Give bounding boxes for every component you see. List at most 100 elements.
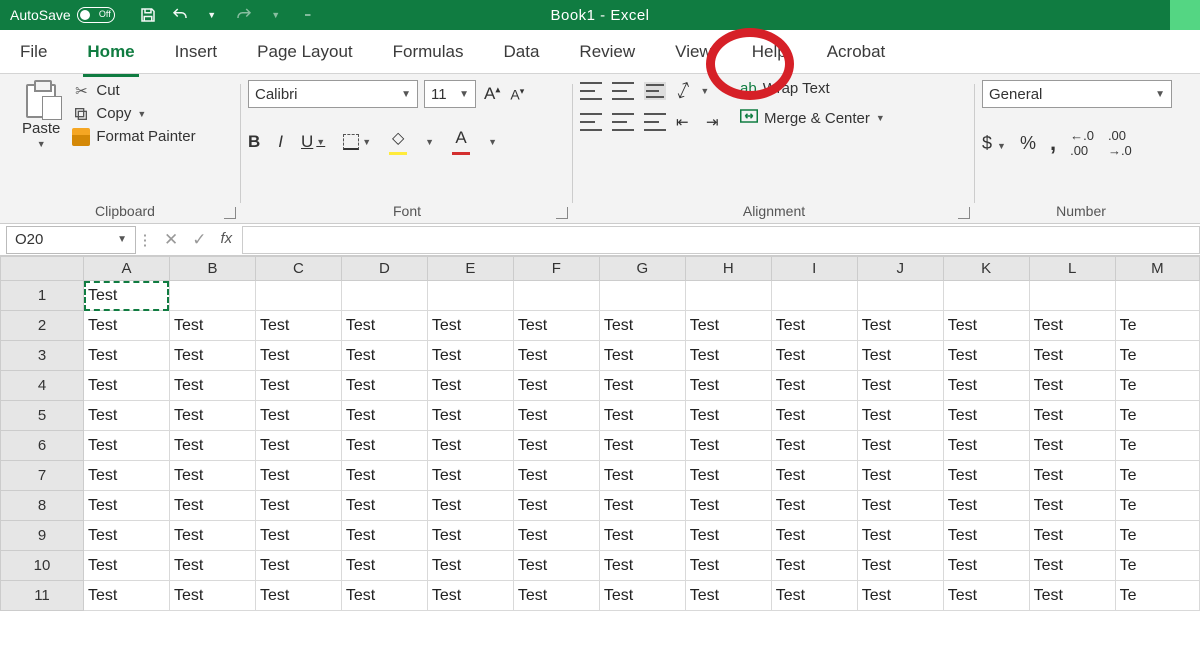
column-header[interactable]: G: [599, 257, 685, 281]
cell[interactable]: Test: [169, 431, 255, 461]
cell[interactable]: Test: [255, 371, 341, 401]
cell[interactable]: Test: [771, 341, 857, 371]
row-header[interactable]: 6: [1, 431, 84, 461]
autosave-switch-icon[interactable]: Off: [77, 7, 115, 23]
cell[interactable]: Test: [857, 521, 943, 551]
cell[interactable]: Test: [341, 371, 427, 401]
merge-center-button[interactable]: Merge & Center ▼: [740, 109, 885, 127]
cell[interactable]: Test: [943, 461, 1029, 491]
copy-button[interactable]: Copy ▼: [72, 105, 195, 122]
cell[interactable]: Test: [599, 431, 685, 461]
cell[interactable]: Test: [943, 581, 1029, 611]
cell[interactable]: Test: [84, 521, 170, 551]
tab-page-layout[interactable]: Page Layout: [255, 36, 354, 68]
row-header[interactable]: 3: [1, 341, 84, 371]
cancel-icon[interactable]: ✕: [164, 230, 178, 250]
underline-button[interactable]: U▼: [301, 132, 325, 152]
column-header[interactable]: L: [1029, 257, 1115, 281]
cell[interactable]: Test: [255, 311, 341, 341]
cell[interactable]: [169, 281, 255, 311]
cell[interactable]: Test: [513, 401, 599, 431]
chevron-down-icon[interactable]: ▼: [137, 109, 146, 119]
column-header[interactable]: F: [513, 257, 599, 281]
customize-qat-icon[interactable]: ⎯: [299, 6, 317, 24]
row-header[interactable]: 7: [1, 461, 84, 491]
cell[interactable]: Test: [169, 521, 255, 551]
cell[interactable]: Test: [943, 431, 1029, 461]
tab-acrobat[interactable]: Acrobat: [825, 36, 888, 68]
cell[interactable]: [341, 281, 427, 311]
cell[interactable]: Test: [771, 311, 857, 341]
cell[interactable]: Test: [84, 491, 170, 521]
cell[interactable]: Test: [1029, 581, 1115, 611]
undo-icon[interactable]: [171, 6, 189, 24]
cell[interactable]: Test: [169, 461, 255, 491]
tab-view[interactable]: View: [673, 36, 714, 68]
cell[interactable]: Test: [84, 401, 170, 431]
cell[interactable]: Test: [169, 371, 255, 401]
cell[interactable]: Test: [513, 551, 599, 581]
row-header[interactable]: 4: [1, 371, 84, 401]
cell[interactable]: Test: [84, 551, 170, 581]
percent-button[interactable]: %: [1020, 133, 1036, 154]
align-right-button[interactable]: [644, 113, 666, 131]
align-left-button[interactable]: [580, 113, 602, 131]
cell[interactable]: Test: [341, 341, 427, 371]
cell[interactable]: Test: [857, 341, 943, 371]
cell[interactable]: Test: [685, 551, 771, 581]
column-header[interactable]: J: [857, 257, 943, 281]
cell[interactable]: Test: [771, 431, 857, 461]
cell[interactable]: Test: [1029, 461, 1115, 491]
cell[interactable]: Test: [857, 551, 943, 581]
cell[interactable]: [427, 281, 513, 311]
cell[interactable]: Test: [169, 401, 255, 431]
accounting-format-button[interactable]: $ ▼: [982, 133, 1006, 154]
column-header[interactable]: C: [255, 257, 341, 281]
cell[interactable]: Test: [857, 491, 943, 521]
cell[interactable]: Test: [943, 491, 1029, 521]
cell[interactable]: Test: [1029, 401, 1115, 431]
fill-color-button[interactable]: ◇: [389, 128, 407, 155]
cell[interactable]: Test: [599, 401, 685, 431]
cell[interactable]: Test: [427, 581, 513, 611]
cell[interactable]: Test: [599, 551, 685, 581]
cell[interactable]: Test: [341, 461, 427, 491]
cell[interactable]: Test: [169, 581, 255, 611]
account-tab[interactable]: [1170, 0, 1200, 30]
cell[interactable]: Test: [513, 491, 599, 521]
cell[interactable]: Test: [513, 431, 599, 461]
cell[interactable]: Test: [341, 311, 427, 341]
align-bottom-button[interactable]: [644, 82, 666, 100]
cell[interactable]: Test: [685, 581, 771, 611]
row-header[interactable]: 11: [1, 581, 84, 611]
bold-button[interactable]: B: [248, 132, 260, 152]
cell[interactable]: Test: [84, 431, 170, 461]
cell[interactable]: [599, 281, 685, 311]
cell[interactable]: Test: [1029, 521, 1115, 551]
font-size-select[interactable]: 11▼: [424, 80, 476, 108]
cell[interactable]: [943, 281, 1029, 311]
decrease-decimal-button[interactable]: .00→.0: [1108, 128, 1132, 158]
cell[interactable]: Test: [427, 371, 513, 401]
column-header[interactable]: D: [341, 257, 427, 281]
cell[interactable]: Test: [857, 371, 943, 401]
cell[interactable]: Test: [255, 401, 341, 431]
cell[interactable]: Test: [1029, 341, 1115, 371]
cell[interactable]: Te: [1115, 431, 1199, 461]
row-header[interactable]: 5: [1, 401, 84, 431]
redo-icon[interactable]: [235, 6, 253, 24]
cell[interactable]: Test: [857, 581, 943, 611]
cell[interactable]: Test: [771, 521, 857, 551]
worksheet-grid[interactable]: ABCDEFGHIJKLM 1Test2TestTestTestTestTest…: [0, 256, 1200, 611]
cell[interactable]: Test: [255, 521, 341, 551]
cell[interactable]: Te: [1115, 551, 1199, 581]
row-header[interactable]: 2: [1, 311, 84, 341]
cell[interactable]: Test: [513, 461, 599, 491]
cell[interactable]: Test: [771, 371, 857, 401]
cell[interactable]: Test: [943, 551, 1029, 581]
cell[interactable]: Test: [599, 491, 685, 521]
cell[interactable]: Test: [943, 311, 1029, 341]
select-all-corner[interactable]: [1, 257, 84, 281]
cell[interactable]: Test: [685, 521, 771, 551]
cell[interactable]: Test: [599, 461, 685, 491]
